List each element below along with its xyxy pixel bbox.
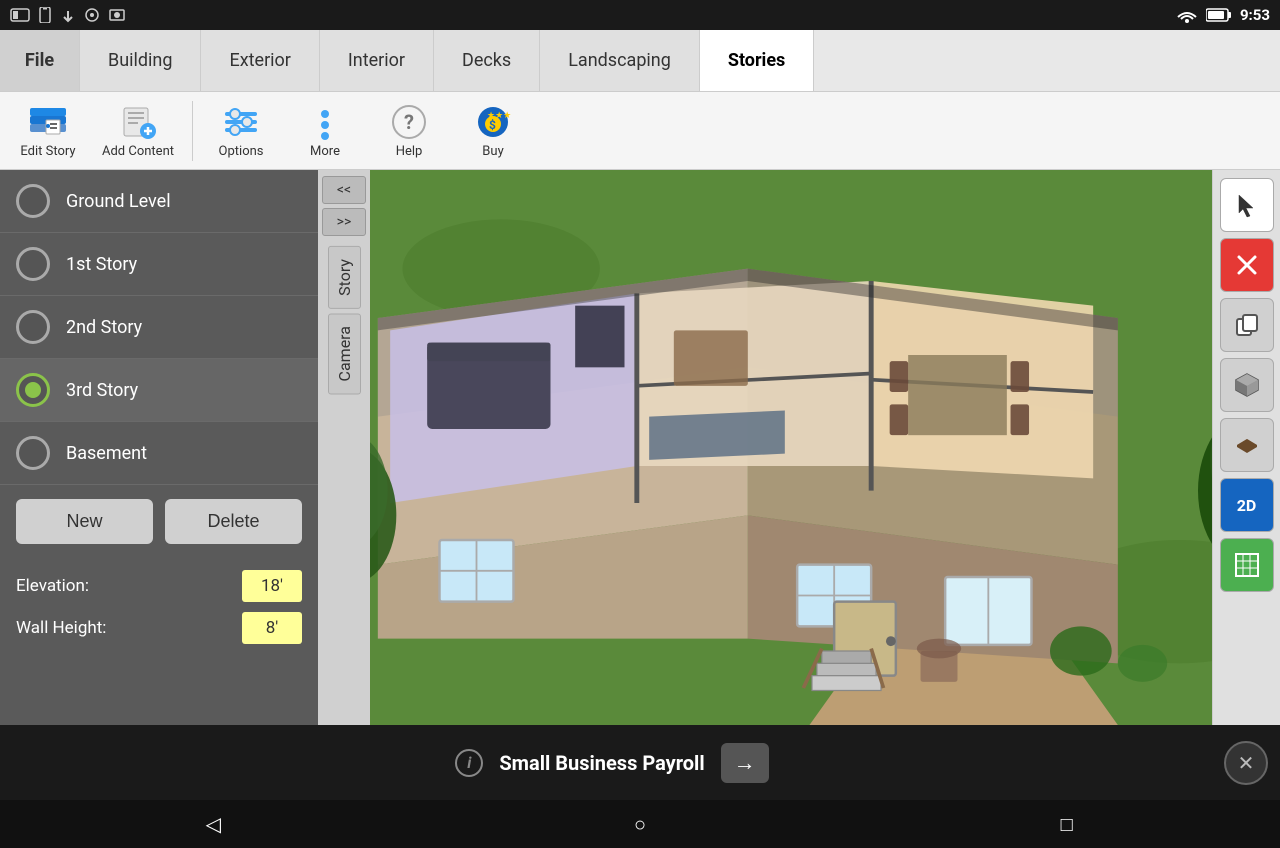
tab-file[interactable]: File: [0, 30, 80, 91]
radio-ground-level: [16, 184, 50, 218]
options-icon: [221, 103, 261, 142]
ad-text: Small Business Payroll: [499, 751, 704, 775]
ad-close-button[interactable]: ✕: [1224, 741, 1268, 785]
tab-decks[interactable]: Decks: [434, 30, 540, 91]
camera-tab-vertical[interactable]: Camera: [328, 313, 361, 394]
ad-banner: i Small Business Payroll →: [0, 743, 1224, 783]
story-item-2nd[interactable]: 2nd Story: [0, 296, 318, 359]
tab-stories[interactable]: Stories: [700, 30, 814, 91]
help-label: Help: [396, 144, 423, 159]
help-button[interactable]: ? Help: [369, 97, 449, 165]
story-action-buttons: New Delete: [0, 485, 318, 558]
ground-level-label: Ground Level: [66, 191, 171, 212]
story-item-basement[interactable]: Basement: [0, 422, 318, 485]
recent-apps-button[interactable]: □: [1047, 804, 1087, 844]
android-nav-bar: ◁ ○ □: [0, 800, 1280, 848]
buy-button[interactable]: ★★★ $ Buy: [453, 97, 533, 165]
ad-info-icon[interactable]: i: [455, 749, 483, 777]
edit-story-label: Edit Story: [20, 144, 75, 159]
copy-tool-button[interactable]: [1220, 298, 1274, 352]
top-nav: File Building Exterior Interior Decks La…: [0, 30, 1280, 92]
radio-2nd-story: [16, 310, 50, 344]
2d-label: 2D: [1237, 496, 1257, 515]
more-icon: [305, 103, 345, 142]
main-content: Ground Level 1st Story 2nd Story 3rd Sto…: [0, 170, 1280, 725]
more-button[interactable]: More: [285, 97, 365, 165]
basement-label: Basement: [66, 443, 147, 464]
tab-landscaping[interactable]: Landscaping: [540, 30, 700, 91]
new-story-button[interactable]: New: [16, 499, 153, 544]
delete-tool-button[interactable]: [1220, 238, 1274, 292]
tab-exterior[interactable]: Exterior: [201, 30, 319, 91]
radio-basement: [16, 436, 50, 470]
elevation-section: Elevation: 18' Wall Height: 8': [0, 558, 318, 666]
3d-viewport[interactable]: [370, 170, 1212, 725]
elevation-label: Elevation:: [16, 576, 242, 596]
wall-height-row: Wall Height: 8': [16, 612, 302, 644]
delete-story-button[interactable]: Delete: [165, 499, 302, 544]
stories-panel: Ground Level 1st Story 2nd Story 3rd Sto…: [0, 170, 318, 725]
add-content-label: Add Content: [102, 144, 174, 159]
status-icons-left: [10, 7, 126, 23]
collapse-left-button[interactable]: <<: [322, 176, 366, 204]
select-tool-button[interactable]: [1220, 178, 1274, 232]
help-icon: ?: [389, 103, 429, 142]
status-bar: 9:53: [0, 0, 1280, 30]
2nd-story-label: 2nd Story: [66, 317, 142, 338]
add-content-icon: [118, 103, 158, 142]
story-item-3rd[interactable]: 3rd Story: [0, 359, 318, 422]
toolbar-divider-1: [192, 101, 193, 161]
tab-building[interactable]: Building: [80, 30, 201, 91]
ad-arrow-button[interactable]: →: [721, 743, 769, 783]
1st-story-label: 1st Story: [66, 254, 137, 275]
options-button[interactable]: Options: [201, 97, 281, 165]
clock: 9:53: [1240, 6, 1270, 24]
radio-1st-story: [16, 247, 50, 281]
add-content-button[interactable]: Add Content: [92, 97, 184, 165]
buy-icon: ★★★ $: [473, 103, 513, 142]
side-tabs: << >> Story Camera: [318, 170, 370, 725]
home-button[interactable]: ○: [620, 804, 660, 844]
bottom-ad-bar: i Small Business Payroll → ✕: [0, 725, 1280, 800]
story-item-ground-level[interactable]: Ground Level: [0, 170, 318, 233]
edit-story-icon: [28, 103, 68, 142]
3rd-story-label: 3rd Story: [66, 380, 138, 401]
floor-tool-button[interactable]: [1220, 418, 1274, 472]
wall-height-value[interactable]: 8': [242, 612, 302, 644]
edit-story-button[interactable]: Edit Story: [8, 97, 88, 165]
more-label: More: [310, 144, 340, 159]
cube-tool-button[interactable]: [1220, 358, 1274, 412]
2d-view-button[interactable]: 2D: [1220, 478, 1274, 532]
story-item-1st[interactable]: 1st Story: [0, 233, 318, 296]
toolbar: Edit Story Add Content: [0, 92, 1280, 170]
tab-interior[interactable]: Interior: [320, 30, 434, 91]
grid-tool-button[interactable]: [1220, 538, 1274, 592]
back-button[interactable]: ◁: [193, 804, 233, 844]
svg-text:$: $: [489, 118, 496, 132]
buy-label: Buy: [482, 144, 503, 159]
elevation-value[interactable]: 18': [242, 570, 302, 602]
right-toolbar: 2D: [1212, 170, 1280, 725]
elevation-row: Elevation: 18': [16, 570, 302, 602]
wall-height-label: Wall Height:: [16, 618, 242, 638]
radio-3rd-story: [16, 373, 50, 407]
svg-text:?: ?: [404, 110, 414, 134]
expand-right-button[interactable]: >>: [322, 208, 366, 236]
options-label: Options: [219, 144, 264, 159]
story-tab-vertical[interactable]: Story: [328, 246, 361, 309]
status-icons-right: 9:53: [1176, 6, 1270, 24]
